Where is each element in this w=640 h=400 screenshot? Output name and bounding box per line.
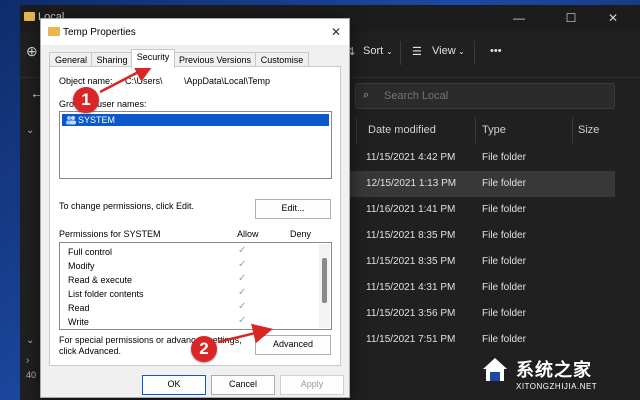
step-1-badge: 1: [73, 87, 99, 113]
house-logo-icon: [483, 358, 507, 381]
watermark-text: 系统之家: [516, 360, 592, 380]
tab-security[interactable]: Security: [131, 49, 175, 68]
watermark-url: XITONGZHIJIA.NET: [516, 382, 598, 391]
step-2-badge: 2: [191, 336, 217, 362]
arrow-to-security-tab: [99, 63, 155, 94]
arrow-to-advanced: [217, 323, 273, 344]
annotation-arrows: [99, 63, 273, 344]
watermark: 系统之家 XITONGZHIJIA.NET: [480, 352, 635, 396]
